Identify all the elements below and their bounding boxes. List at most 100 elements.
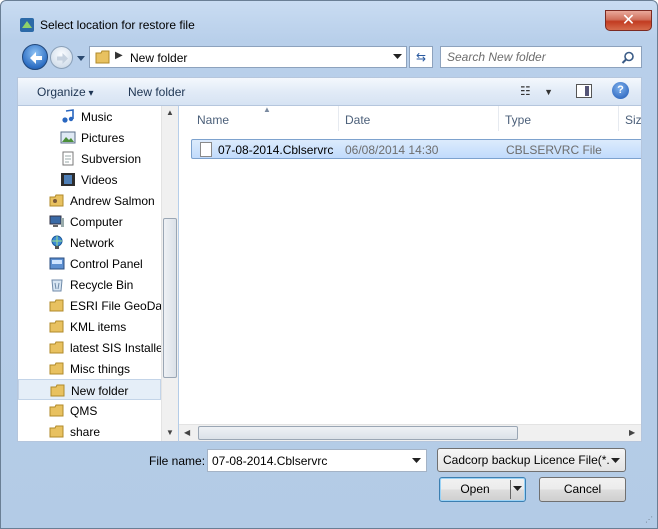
sidebar-item-recycle-bin[interactable]: Recycle Bin — [18, 274, 161, 295]
file-list-scrollbar[interactable]: ◀ ▶ — [179, 424, 641, 441]
sidebar-item-esri-file-geodata[interactable]: ESRI File GeoData — [18, 295, 161, 316]
sidebar-item-computer[interactable]: Computer — [18, 211, 161, 232]
address-dropdown-icon[interactable] — [393, 54, 402, 60]
window-title: Select location for restore file — [40, 18, 195, 32]
sidebar-item-label: Videos — [81, 173, 118, 187]
recycle-bin-icon — [49, 277, 65, 292]
file-name-value[interactable]: 07-08-2014.Cblservrc — [212, 454, 327, 468]
sidebar-item-label: Music — [81, 110, 113, 124]
file-date: 06/08/2014 14:30 — [345, 143, 439, 157]
help-button[interactable]: ? — [612, 82, 629, 99]
file-name-input[interactable]: 07-08-2014.Cblservrc — [207, 449, 427, 472]
sidebar-item-label: Andrew Salmon — [70, 194, 155, 208]
folder-icon — [49, 298, 65, 313]
title-bar[interactable]: Select location for restore file ✕ — [1, 1, 657, 45]
sidebar-item-kml-items[interactable]: KML items — [18, 316, 161, 337]
filter-dropdown-icon[interactable] — [611, 458, 620, 464]
recent-pages-dropdown-icon[interactable] — [76, 54, 86, 62]
search-icon[interactable] — [621, 51, 635, 65]
sidebar-item-videos[interactable]: Videos — [18, 169, 161, 190]
column-header-date[interactable]: Date — [339, 106, 499, 131]
refresh-button[interactable]: ⇆ — [409, 46, 433, 68]
sidebar-item-label: KML items — [70, 320, 127, 334]
chevron-down-icon: ▼ — [544, 87, 554, 97]
file-list-scroll-thumb[interactable] — [198, 426, 518, 440]
music-icon — [60, 109, 76, 124]
file-list: Name ▲ Date Type Size 07-08-2014.Cblserv… — [179, 106, 642, 442]
sidebar-item-control-panel[interactable]: Control Panel — [18, 253, 161, 274]
scroll-right-icon[interactable]: ▶ — [629, 428, 635, 437]
sidebar-item-music[interactable]: Music — [18, 106, 161, 127]
breadcrumb-separator-icon[interactable]: ▶ — [115, 50, 123, 61]
nav-scroll-thumb[interactable] — [163, 218, 177, 378]
close-button[interactable]: ✕ — [605, 10, 652, 31]
file-name-label: File name: — [149, 454, 206, 468]
resize-grip-icon[interactable]: ⋰ — [645, 515, 653, 524]
file-type-filter-value[interactable]: Cadcorp backup Licence File(*. — [443, 453, 610, 467]
sidebar-item-label: ESRI File GeoData — [70, 299, 161, 313]
computer-icon — [49, 214, 65, 229]
sidebar-item-subversion[interactable]: Subversion — [18, 148, 161, 169]
open-button-label[interactable]: Open — [440, 478, 510, 501]
breadcrumb-new-folder[interactable]: New folder — [130, 51, 187, 65]
preview-pane-icon[interactable] — [576, 84, 592, 98]
sidebar-item-pictures[interactable]: Pictures — [18, 127, 161, 148]
address-bar[interactable]: ▶ New folder — [89, 46, 407, 68]
folder-icon — [49, 403, 65, 418]
open-split-divider — [510, 480, 511, 499]
network-icon — [49, 235, 65, 250]
refresh-icon: ⇆ — [415, 50, 427, 64]
file-name: 07-08-2014.Cblservrc — [218, 143, 334, 157]
sidebar-item-misc-things[interactable]: Misc things — [18, 358, 161, 379]
sidebar-item-label: latest SIS Installer — [70, 341, 161, 355]
sidebar-item-label: Recycle Bin — [70, 278, 134, 292]
search-input[interactable]: Search New folder — [440, 46, 642, 68]
sidebar-item-label: Network — [70, 236, 115, 250]
sidebar-item-label: share — [70, 425, 101, 439]
sidebar-item-andrew-salmon[interactable]: Andrew Salmon — [18, 190, 161, 211]
scroll-up-icon[interactable]: ▲ — [166, 108, 174, 117]
sidebar-item-share[interactable]: share — [18, 421, 161, 442]
folder-icon — [49, 361, 65, 376]
sidebar-item-label: Misc things — [70, 362, 131, 376]
sidebar-item-label: Computer — [70, 215, 123, 229]
open-button[interactable]: Open — [439, 477, 526, 502]
pictures-icon — [60, 130, 76, 145]
file-name-dropdown-icon[interactable] — [412, 458, 421, 464]
file-icon — [200, 142, 212, 157]
folder-icon — [49, 319, 65, 334]
open-dropdown-icon[interactable] — [513, 486, 522, 492]
column-header-type[interactable]: Type — [499, 106, 619, 131]
forward-arrow-icon — [57, 53, 68, 64]
sidebar-item-network[interactable]: Network — [18, 232, 161, 253]
user-folder-icon — [49, 193, 65, 208]
column-header-size[interactable]: Size — [619, 106, 641, 131]
new-folder-button[interactable]: New folder — [128, 85, 185, 99]
folder-icon — [49, 340, 65, 355]
sidebar-item-new-folder[interactable]: New folder — [18, 379, 161, 400]
sidebar-item-qms[interactable]: QMS — [18, 400, 161, 421]
file-type-filter[interactable]: Cadcorp backup Licence File(*. — [437, 448, 626, 472]
back-arrow-icon — [30, 52, 42, 64]
views-menu[interactable]: ☷ ▼ — [520, 84, 553, 98]
file-type: CBLSERVRC File — [506, 143, 602, 157]
scroll-down-icon[interactable]: ▼ — [166, 428, 174, 437]
document-icon — [60, 151, 76, 166]
sort-ascending-icon: ▲ — [263, 106, 271, 114]
videos-icon — [60, 172, 76, 187]
forward-button[interactable] — [50, 46, 73, 69]
cancel-button[interactable]: Cancel — [539, 477, 626, 502]
nav-scrollbar[interactable]: ▲ ▼ — [161, 106, 178, 441]
scroll-left-icon[interactable]: ◀ — [184, 428, 190, 437]
back-button[interactable] — [22, 44, 48, 70]
sidebar-item-label: New folder — [71, 384, 129, 398]
app-icon — [20, 18, 34, 32]
sidebar-item-label: Control Panel — [70, 257, 143, 271]
sidebar-item-latest-sis-installer[interactable]: latest SIS Installer — [18, 337, 161, 358]
organize-menu[interactable]: Organize — [37, 85, 94, 99]
folder-icon — [95, 50, 110, 64]
control-panel-icon — [49, 256, 65, 271]
navigation-tree: Music Pictures Subversion Videos Andrew Salm… — [18, 106, 161, 442]
folder-icon — [49, 424, 65, 439]
file-row[interactable]: 07-08-2014.Cblservrc 06/08/2014 14:30 CB… — [191, 139, 641, 159]
